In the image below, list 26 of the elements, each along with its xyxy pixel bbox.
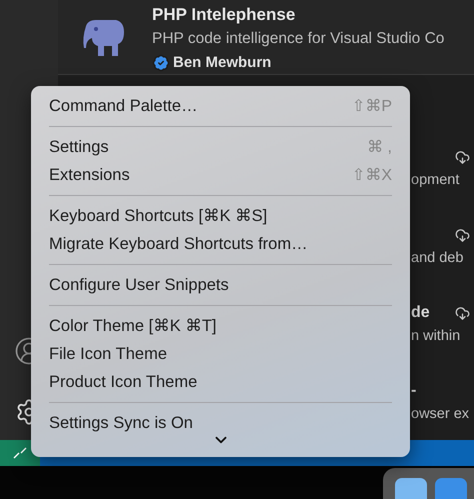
- publisher-name: Ben Mewburn: [173, 53, 272, 73]
- extension-title: -: [411, 382, 416, 400]
- download-icon[interactable]: [455, 150, 470, 164]
- menu-item[interactable]: File Icon Theme: [49, 340, 392, 368]
- elephant-logo-icon: [82, 18, 126, 58]
- extension-description: and deb: [411, 249, 464, 268]
- menu-item[interactable]: Migrate Keyboard Shortcuts from…: [49, 230, 392, 258]
- menu-item[interactable]: Command Palette… ⇧⌘P: [49, 92, 392, 120]
- menu-item[interactable]: Configure User Snippets: [49, 271, 392, 299]
- extension-description: owser ex: [411, 405, 470, 424]
- extension-description: PHP code intelligence for Visual Studio Co: [152, 29, 444, 49]
- menu-item[interactable]: Extensions ⇧⌘X: [49, 161, 392, 189]
- shortcut-label: ⇧⌘X: [352, 166, 392, 185]
- extension-description: opment: [411, 171, 460, 190]
- extension-name: PHP Intelephense: [152, 4, 296, 26]
- menu-item[interactable]: Settings Sync is On: [49, 409, 392, 437]
- menu-item[interactable]: Keyboard Shortcuts [⌘K ⌘S]: [49, 202, 392, 230]
- download-icon[interactable]: [455, 228, 470, 242]
- menu-item[interactable]: Color Theme [⌘K ⌘T]: [49, 312, 392, 340]
- shortcut-label: ⌘ ,: [367, 138, 392, 157]
- menu-item[interactable]: Settings ⌘ ,: [49, 133, 392, 161]
- extension-title: de: [411, 304, 430, 322]
- extension-description: n within: [411, 327, 460, 346]
- shortcut-label: ⇧⌘P: [352, 97, 392, 116]
- download-icon[interactable]: [455, 306, 470, 320]
- menu-item[interactable]: Product Icon Theme: [49, 368, 392, 396]
